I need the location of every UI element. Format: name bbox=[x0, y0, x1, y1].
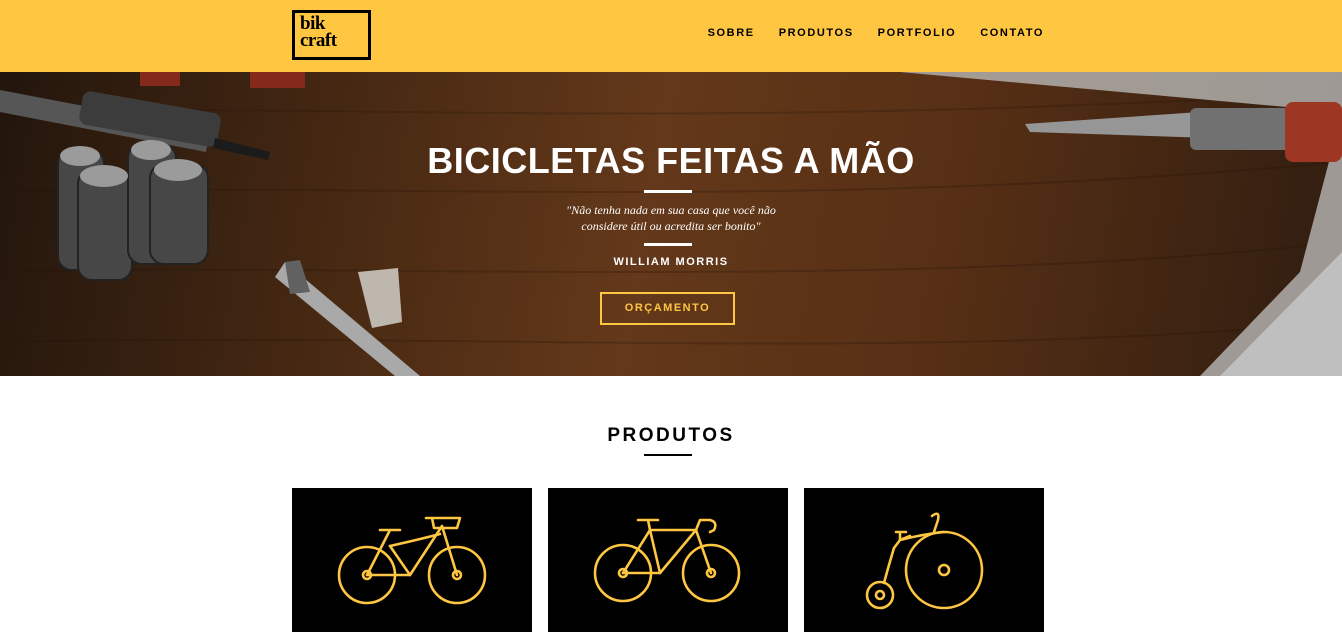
city-bike-icon bbox=[337, 516, 487, 605]
nav-item-portfolio[interactable]: PORTFOLIO bbox=[878, 27, 957, 39]
orcamento-button[interactable]: ORÇAMENTO bbox=[600, 292, 735, 325]
logo-line-2: craft bbox=[300, 30, 337, 51]
hero-quote-line-1: "Não tenha nada em sua casa que você não bbox=[566, 203, 776, 217]
nav-item-sobre[interactable]: SOBRE bbox=[708, 27, 755, 39]
hero-divider-top bbox=[644, 190, 692, 193]
penny-farthing-icon bbox=[865, 512, 984, 610]
site-header: bik craft SOBRE PRODUTOS PORTFOLIO CONTA… bbox=[0, 0, 1342, 72]
products-title: PRODUTOS bbox=[607, 425, 735, 446]
nav-item-contato[interactable]: CONTATO bbox=[980, 27, 1044, 39]
product-card-3[interactable] bbox=[804, 488, 1044, 632]
hero-divider-bottom bbox=[644, 243, 692, 246]
logo[interactable]: bik craft bbox=[292, 10, 371, 60]
nav-item-produtos[interactable]: PRODUTOS bbox=[779, 27, 854, 39]
hero-quote-line-2: considere útil ou acredita ser bonito" bbox=[581, 219, 761, 233]
hero-quote: "Não tenha nada em sua casa que você não… bbox=[521, 202, 821, 234]
products-divider bbox=[644, 454, 692, 456]
hero-title: BICICLETAS FEITAS A MÃO bbox=[427, 140, 915, 181]
road-bike-icon bbox=[593, 518, 741, 603]
hero-author: WILLIAM MORRIS bbox=[613, 256, 729, 268]
product-card-1[interactable] bbox=[292, 488, 532, 632]
product-card-2[interactable] bbox=[548, 488, 788, 632]
main-nav: SOBRE PRODUTOS PORTFOLIO CONTATO bbox=[708, 27, 1044, 39]
hero-section: BICICLETAS FEITAS A MÃO "Não tenha nada … bbox=[0, 72, 1342, 376]
